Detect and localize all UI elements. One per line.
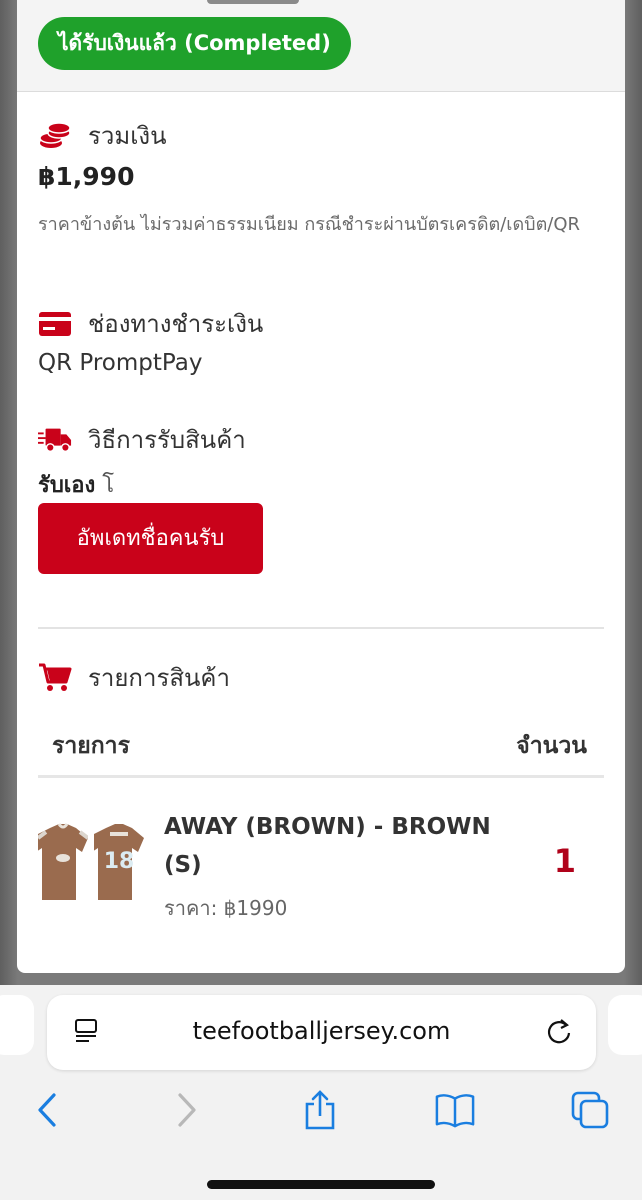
shipping-method-detail: โ — [102, 473, 115, 498]
product-quantity: 1 — [553, 842, 576, 880]
svg-text:18: 18 — [104, 849, 135, 874]
shipping-section-header: วิธีการรับสินค้า — [38, 420, 246, 459]
column-header-quantity: จำนวน — [516, 733, 587, 759]
column-header-item: รายการ — [52, 733, 130, 759]
back-icon[interactable] — [28, 1090, 68, 1130]
shipping-title: วิธีการรับสินค้า — [88, 426, 246, 454]
shipping-method-label: รับเอง — [38, 473, 96, 498]
total-amount: ฿1,990 — [38, 162, 135, 191]
bookmarks-icon[interactable] — [435, 1090, 475, 1130]
shopping-cart-icon — [38, 663, 72, 693]
share-icon[interactable] — [300, 1090, 340, 1130]
previous-tab-preview[interactable] — [0, 995, 34, 1055]
status-badge: ได้รับเงินแล้ว (Completed) — [38, 17, 351, 70]
payment-method-value: QR PromptPay — [38, 350, 203, 376]
total-title: รวมเงิน — [88, 122, 167, 150]
total-note: ราคาข้างต้น ไม่รวมค่าธรรมเนียม กรณีชำระผ… — [38, 214, 580, 235]
address-bar[interactable]: teefootballjersey.com — [47, 995, 596, 1070]
reload-icon[interactable] — [544, 1016, 574, 1050]
order-details-card: ได้รับเงินแล้ว (Completed) รวมเงิน ฿1,99… — [17, 0, 625, 973]
items-table-header: รายการ จำนวน — [38, 712, 604, 778]
payment-title: ช่องทางชำระเงิน — [88, 310, 264, 338]
delivery-truck-icon — [38, 425, 72, 455]
shipping-method-value: รับเอง โ — [38, 467, 114, 502]
home-indicator — [207, 1180, 435, 1189]
section-divider — [38, 627, 604, 629]
jersey-back-icon: 18 — [94, 824, 144, 900]
payment-section-header: ช่องทางชำระเงิน — [38, 304, 263, 343]
tabs-icon[interactable] — [570, 1090, 610, 1130]
browser-toolbar: teefootballjersey.com — [0, 985, 642, 1200]
table-row[interactable]: 18 AWAY (BROWN) - BROWN (S) ราคา: ฿1990 … — [38, 800, 604, 940]
url-text: teefootballjersey.com — [192, 1017, 451, 1045]
update-recipient-button[interactable]: อัพเดทชื่อคนรับ — [38, 503, 263, 574]
order-status-header: ได้รับเงินแล้ว (Completed) — [17, 0, 625, 92]
total-section-header: รวมเงิน — [38, 116, 167, 155]
items-section-header: รายการสินค้า — [38, 658, 230, 697]
forward-icon[interactable] — [166, 1090, 206, 1130]
product-price: ราคา: ฿1990 — [164, 896, 288, 920]
coins-icon — [38, 121, 72, 151]
jersey-front-icon — [38, 823, 88, 900]
credit-card-icon — [38, 309, 72, 339]
next-tab-preview[interactable] — [608, 995, 642, 1055]
product-image: 18 — [38, 822, 144, 908]
items-title: รายการสินค้า — [88, 664, 230, 692]
product-name: AWAY (BROWN) - BROWN (S) — [164, 814, 491, 878]
drag-handle[interactable] — [207, 0, 299, 4]
